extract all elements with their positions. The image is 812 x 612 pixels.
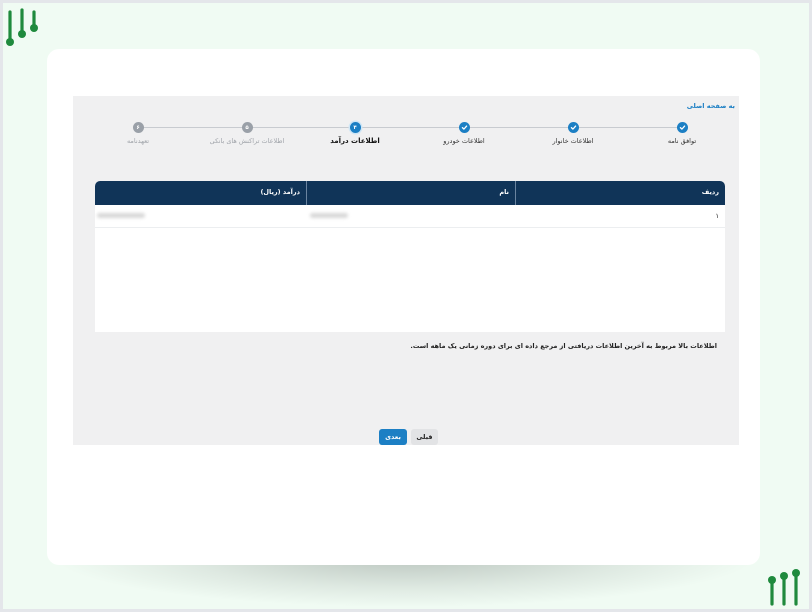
check-icon	[458, 122, 470, 133]
step-number: ۶	[132, 122, 144, 133]
check-icon	[676, 122, 688, 133]
info-note: اطلاعات بالا مربوط به آخرین اطلاعات دریا…	[410, 342, 717, 350]
next-button[interactable]: بعدی	[379, 429, 407, 445]
cell-income	[95, 205, 306, 227]
column-header-income: درآمد (ریال)	[260, 188, 300, 196]
column-header-name: نام	[306, 181, 515, 205]
stepper: توافق نامه اطلاعات خانوار اطلاعات خودرو ۴ اط…	[73, 96, 739, 156]
step-4: ۴ اطلاعات درآمد	[305, 122, 405, 145]
table-row: ۱	[95, 205, 725, 228]
step-label: اطلاعات تراکنش های بانکی	[209, 137, 285, 145]
step-label: توافق نامه	[667, 137, 697, 145]
cell-row-number: ۱	[715, 212, 720, 220]
step-number: ۴	[349, 122, 361, 133]
step-label: اطلاعات خودرو	[443, 137, 485, 145]
column-header-row-number: ردیف	[515, 181, 725, 205]
step-label: تعهدنامه	[126, 137, 150, 145]
redacted-name	[310, 213, 348, 218]
step-5: ۵ اطلاعات تراکنش های بانکی	[197, 122, 297, 145]
table-header: ردیف نام درآمد (ریال)	[95, 181, 725, 205]
step-3: اطلاعات خودرو	[414, 122, 514, 145]
wizard-panel: به صفحه اصلی توافق نامه اطلاعات خانوار اطل…	[73, 96, 739, 445]
previous-button[interactable]: قبلی	[411, 429, 438, 445]
cell-name	[306, 205, 515, 227]
step-1: توافق نامه	[632, 122, 732, 145]
step-2: اطلاعات خانوار	[523, 122, 623, 145]
brand-logo-top-left	[6, 8, 38, 46]
check-icon	[567, 122, 579, 133]
step-6: ۶ تعهدنامه	[88, 122, 188, 145]
income-table: ردیف نام درآمد (ریال) ۱	[95, 181, 725, 332]
step-label: اطلاعات خانوار	[552, 137, 594, 145]
brand-logo-bottom-right	[768, 569, 800, 606]
step-number: ۵	[241, 122, 253, 133]
redacted-income	[97, 213, 145, 218]
step-label: اطلاعات درآمد	[330, 137, 380, 145]
